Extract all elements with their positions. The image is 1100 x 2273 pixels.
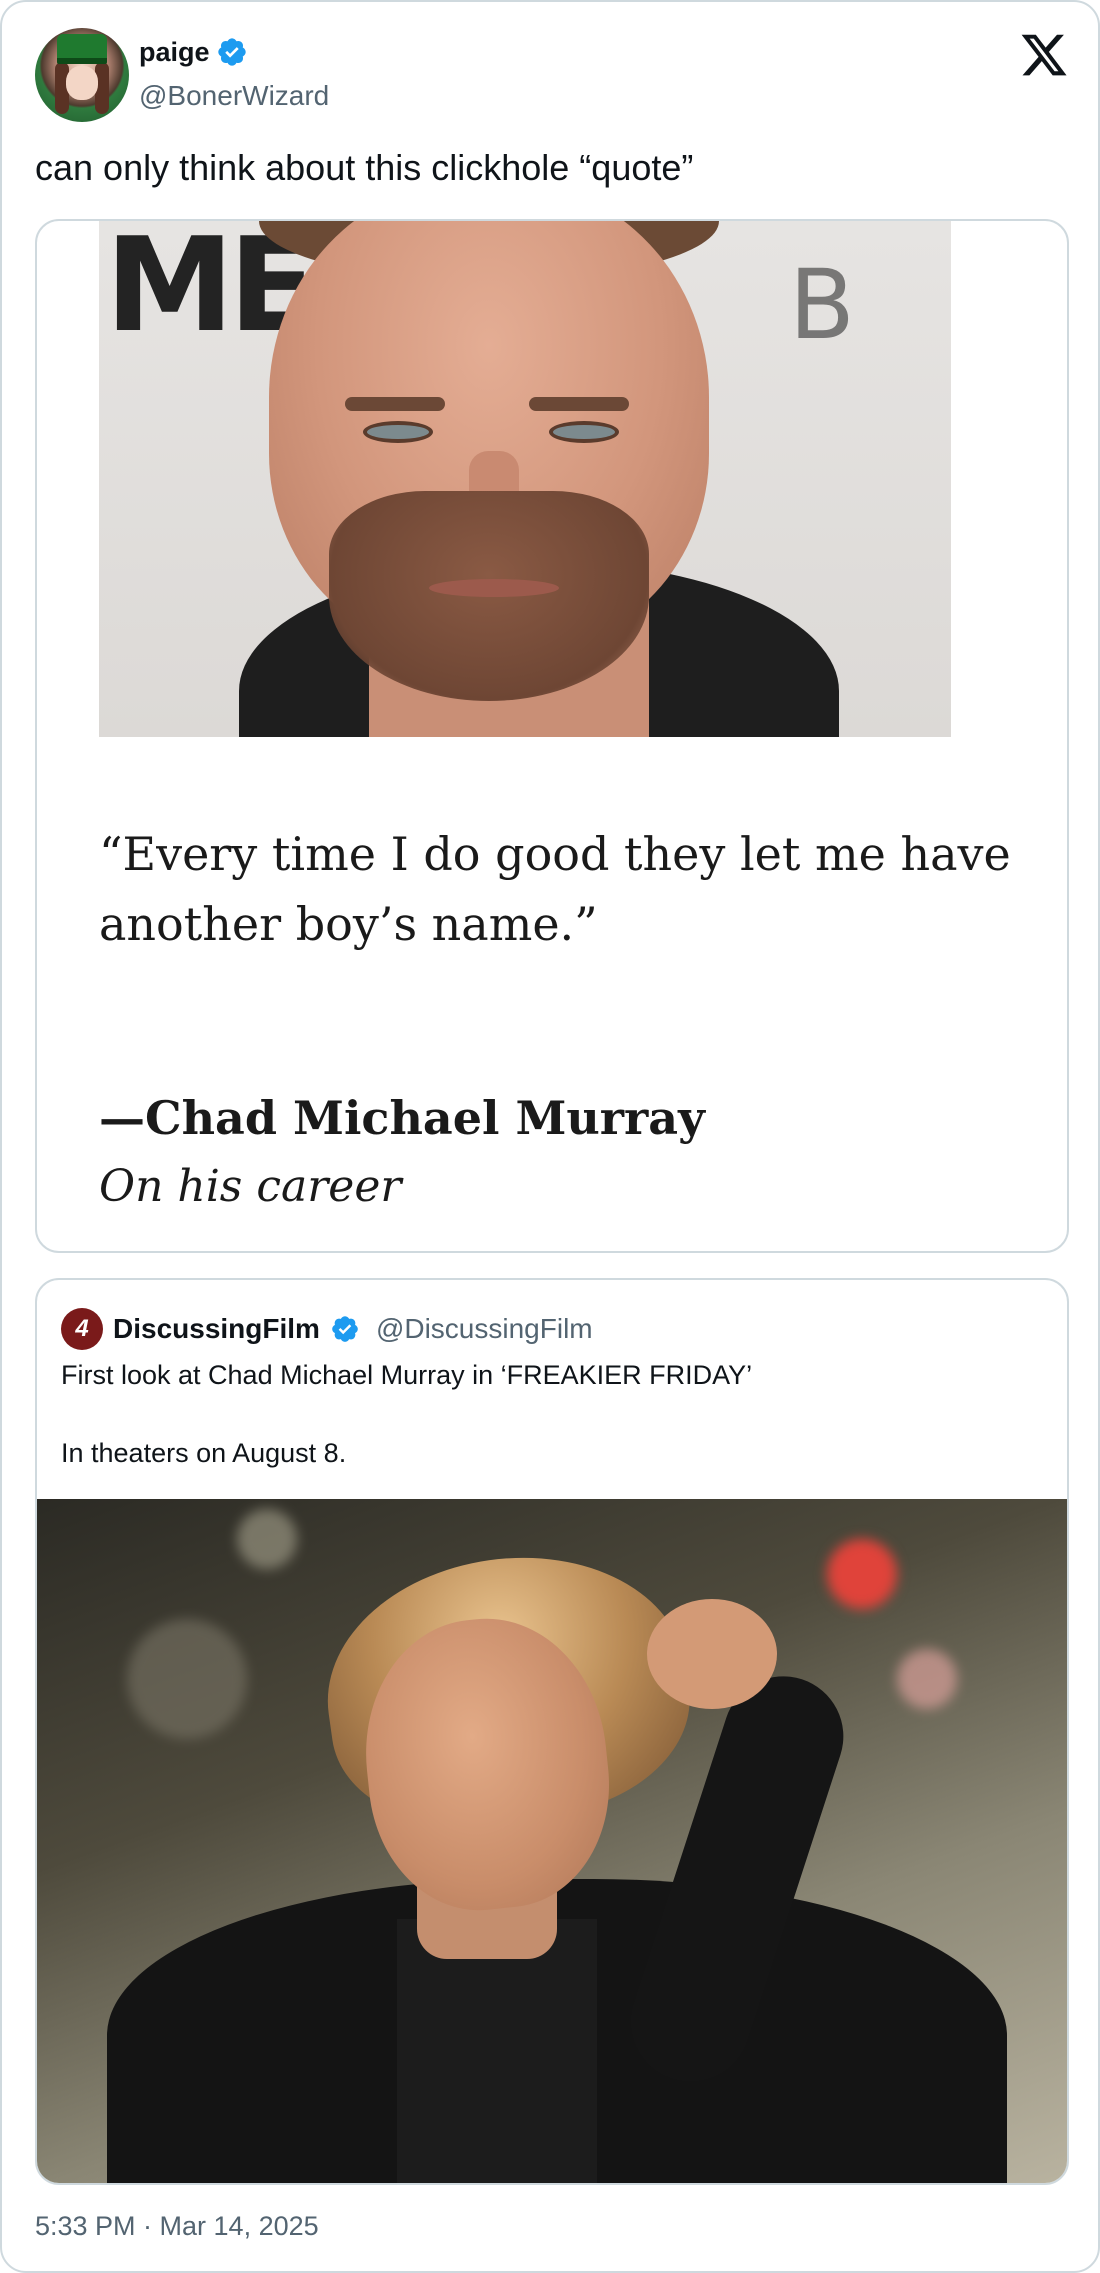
quoted-handle[interactable]: @DiscussingFilm (376, 1313, 593, 1345)
photo-bokeh (827, 1539, 897, 1609)
photo-brow (345, 397, 445, 411)
quoted-tweet-text: First look at Chad Michael Murray in ‘FR… (61, 1360, 753, 1390)
backdrop-logo-letter: B (789, 249, 855, 361)
avatar[interactable] (35, 28, 129, 122)
quoted-tweet-text: In theaters on August 8. (61, 1438, 347, 1468)
tweet-header: paige @BonerWizard (35, 28, 1069, 124)
photo-brow (529, 397, 629, 411)
x-logo-icon[interactable] (1019, 30, 1069, 80)
portrait-photo: ME B (99, 221, 951, 737)
photo-bokeh (127, 1619, 247, 1739)
avatar-face (66, 66, 98, 100)
quote-context: On his career (99, 1161, 402, 1212)
verified-badge-icon (332, 1316, 358, 1342)
quote-attribution: —Chad Michael Murray (99, 1091, 705, 1145)
tweet-media-image[interactable]: ME B “Every time I do good they let me h… (35, 219, 1069, 1253)
tweet-text: can only think about this clickhole “quo… (35, 147, 694, 188)
display-name[interactable]: paige (139, 37, 210, 68)
quoted-avatar[interactable]: 4 (61, 1308, 103, 1350)
photo-mouth (429, 579, 559, 597)
photo-bokeh (897, 1649, 957, 1709)
quoted-tweet-image[interactable] (37, 1499, 1067, 2183)
quoted-display-name[interactable]: DiscussingFilm (113, 1313, 320, 1345)
name-row: paige (139, 36, 248, 68)
user-handle[interactable]: @BonerWizard (139, 80, 329, 112)
quote-text: “Every time I do good they let me have a… (99, 827, 1011, 951)
avatar-hat (57, 34, 107, 64)
photo-hand (647, 1599, 777, 1709)
tweet-timestamp[interactable]: 5:33 PM · Mar 14, 2025 (35, 2211, 319, 2242)
verified-badge-icon (217, 38, 246, 66)
quoted-tweet[interactable]: 4 DiscussingFilm @DiscussingFilm First l… (35, 1278, 1069, 2185)
photo-bokeh (237, 1509, 297, 1569)
tweet-card: paige @BonerWizard can only think about … (0, 0, 1100, 2273)
photo-eye (363, 421, 433, 443)
quoted-tweet-header: 4 DiscussingFilm @DiscussingFilm (61, 1308, 593, 1350)
photo-eye (549, 421, 619, 443)
